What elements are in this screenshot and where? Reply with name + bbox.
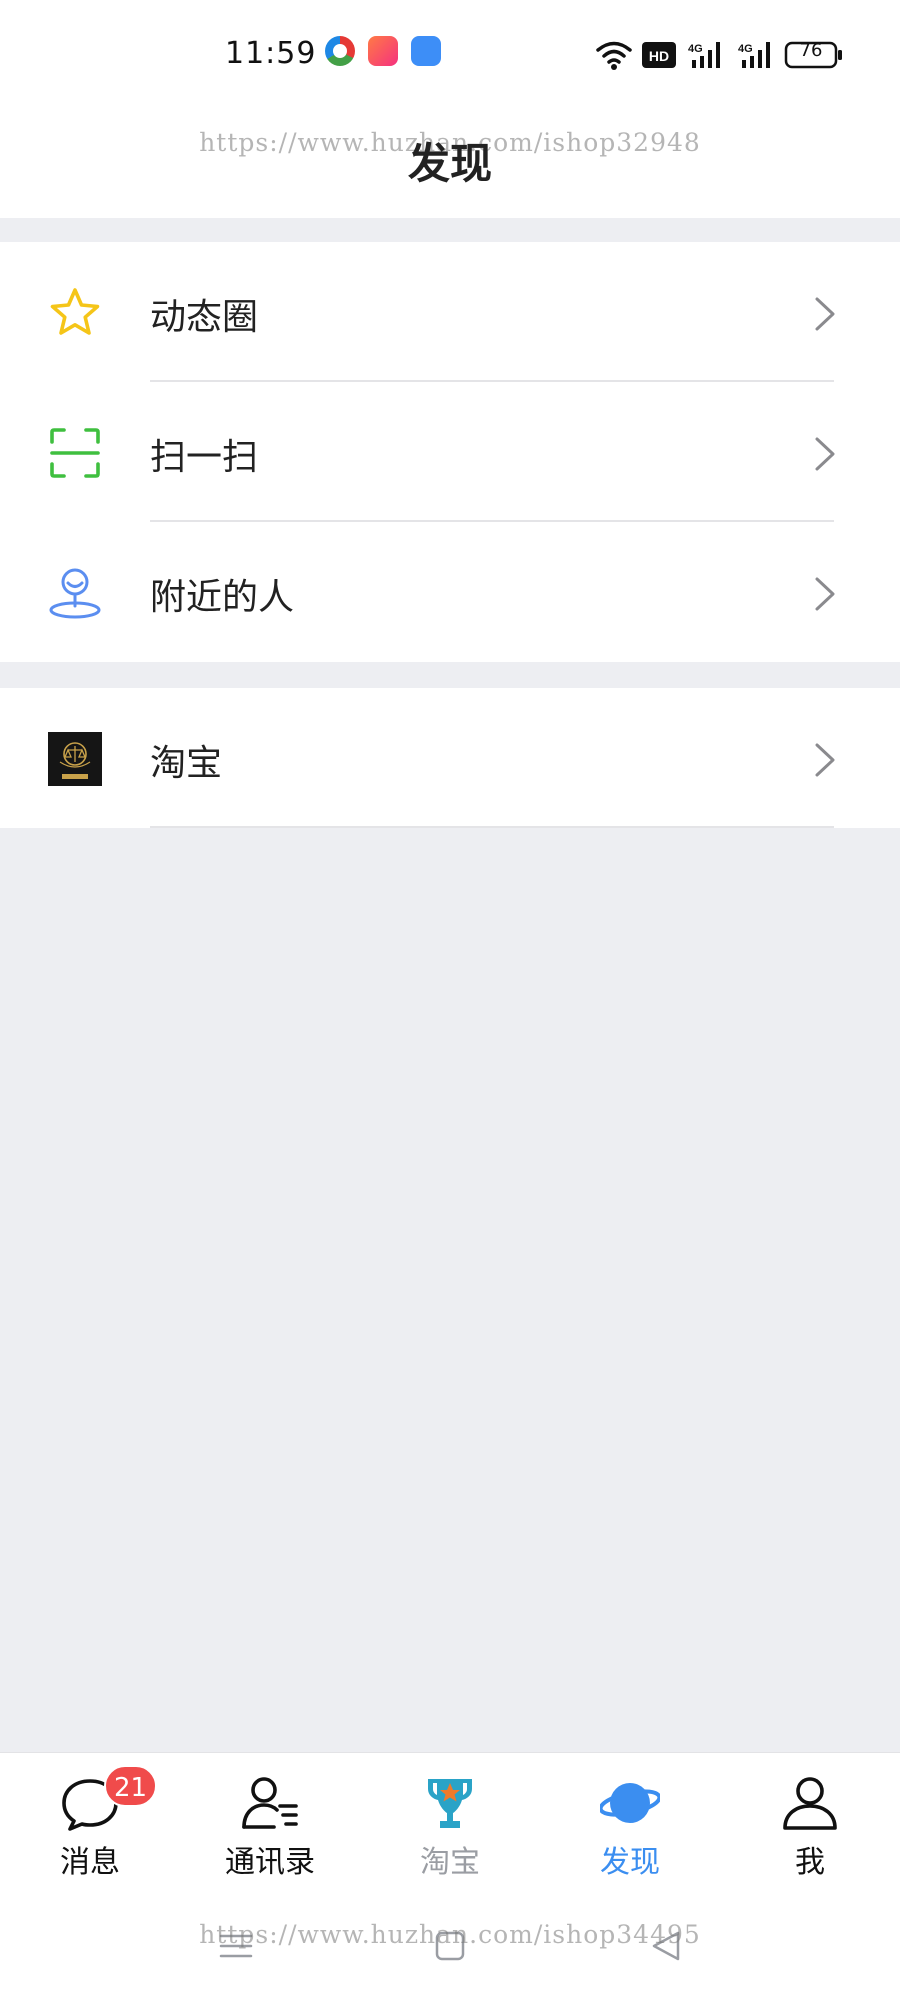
tab-label: 淘宝: [420, 1845, 480, 1880]
system-nav-bar: https://www.huzhan.com/ishop34495: [0, 1892, 900, 2000]
menu-item-scan[interactable]: 扫一扫: [0, 382, 900, 522]
tab-label: 通讯录: [225, 1845, 315, 1880]
tab-label: 我: [795, 1845, 825, 1880]
tab-taobao[interactable]: 淘宝: [380, 1773, 520, 1883]
chevron-right-icon: [815, 297, 835, 331]
watermark: https://www.huzhan.com/ishop34495: [199, 1920, 701, 1949]
menu-item-label: 淘宝: [150, 743, 223, 784]
4g-signal-icon: 4G: [738, 42, 770, 68]
discover-group-1: 动态圈 扫一扫 附近的人: [0, 242, 900, 662]
menu-item-label: 附近的人: [150, 577, 295, 618]
taobao-logo: [48, 732, 102, 786]
status-bar: 11:59 HD 4G 4G 76: [0, 30, 900, 82]
wifi-icon: [596, 41, 632, 64]
notification-app-icon: [325, 36, 355, 66]
notification-app-icon: [368, 36, 398, 66]
status-time: 11:59: [225, 36, 317, 71]
tab-discover[interactable]: 发现: [560, 1773, 700, 1883]
top-bar: 11:59 HD 4G 4G 76 https://www.huzhan.com…: [0, 0, 900, 218]
planet-icon: [600, 1783, 660, 1823]
notification-app-icon: [411, 36, 441, 66]
tab-label: 发现: [600, 1845, 660, 1880]
person-icon: [783, 1777, 837, 1830]
trophy-icon: [428, 1779, 472, 1828]
tab-messages[interactable]: 21 消息: [20, 1765, 160, 1883]
status-indicators: HD 4G 4G 76: [596, 38, 846, 72]
discover-group-2: 淘宝: [0, 688, 900, 828]
battery-level: 76: [799, 40, 823, 61]
unread-badge: 21: [104, 1765, 158, 1807]
menu-item-moments[interactable]: 动态圈: [0, 242, 900, 382]
scan-icon: [50, 428, 100, 478]
contacts-icon: [242, 1777, 298, 1829]
svg-text:4G: 4G: [688, 43, 703, 55]
menu-item-nearby-people[interactable]: 附近的人: [0, 522, 900, 662]
chevron-right-icon: [815, 743, 835, 777]
menu-item-taobao[interactable]: 淘宝: [0, 688, 900, 828]
chevron-right-icon: [815, 437, 835, 471]
page-title: 发现: [407, 139, 492, 188]
star-icon: [50, 288, 100, 335]
bottom-tab-bar: 21 消息 通讯录 淘宝 发现 我: [0, 1752, 900, 1892]
chevron-right-icon: [815, 577, 835, 611]
menu-item-label: 动态圈: [150, 297, 259, 338]
nearby-person-icon: [49, 568, 101, 619]
4g-signal-icon: 4G: [688, 42, 720, 68]
tab-me[interactable]: 我: [740, 1773, 880, 1883]
divider: [150, 826, 834, 828]
svg-text:4G: 4G: [738, 43, 753, 55]
tab-label: 消息: [60, 1845, 120, 1880]
menu-item-label: 扫一扫: [150, 437, 259, 478]
hd-icon: HD: [642, 42, 676, 68]
svg-text:HD: HD: [649, 48, 669, 64]
tab-contacts[interactable]: 通讯录: [200, 1773, 340, 1883]
